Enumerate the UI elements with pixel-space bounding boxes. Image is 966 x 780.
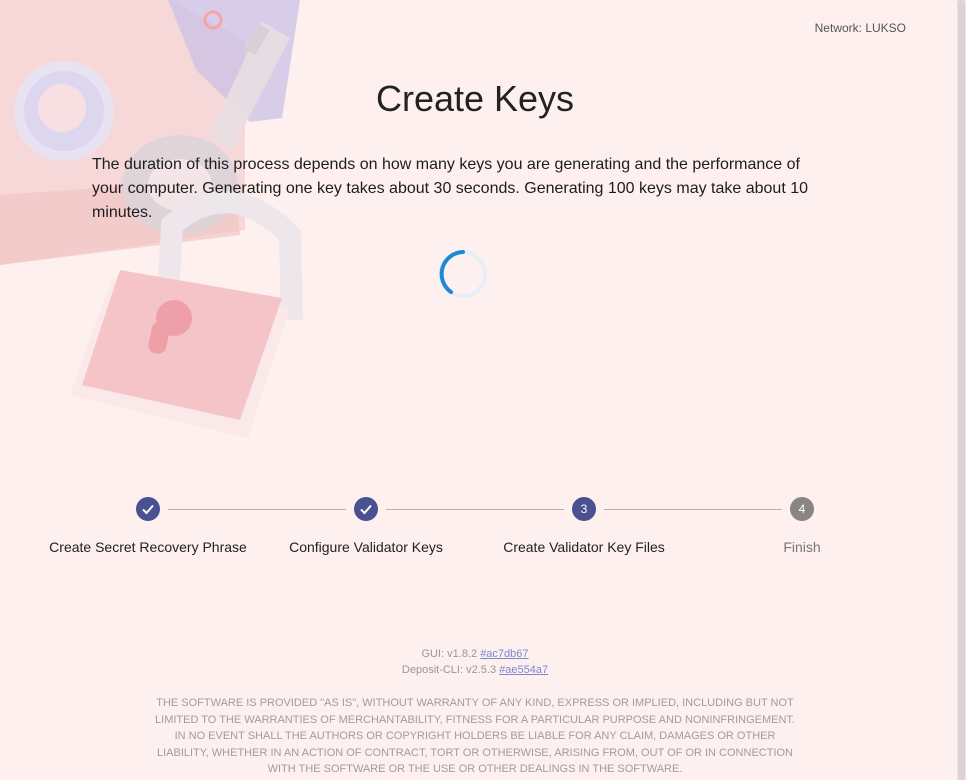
step-connector bbox=[386, 509, 564, 510]
step-2-label: Configure Validator Keys bbox=[289, 539, 443, 555]
page-title: Create Keys bbox=[375, 78, 575, 119]
step-4-label: Finish bbox=[783, 539, 821, 555]
cli-version-line: Deposit-CLI: v2.5.3 #ae554a7 bbox=[0, 662, 950, 678]
scrollbar-thumb[interactable] bbox=[958, 0, 965, 780]
license-disclaimer: THE SOFTWARE IS PROVIDED "AS IS", WITHOU… bbox=[155, 697, 795, 775]
network-indicator: Network: LUKSO bbox=[814, 21, 906, 35]
step-1-check-icon bbox=[136, 497, 160, 521]
cli-version: Deposit-CLI: v2.5.3 bbox=[401, 664, 497, 676]
gui-commit-link[interactable]: #ac7db67 bbox=[480, 648, 528, 660]
step-1-label: Create Secret Recovery Phrase bbox=[49, 539, 247, 555]
step-3-indicator: 3 bbox=[572, 497, 596, 521]
step-connector bbox=[604, 509, 782, 510]
step-2-check-icon bbox=[354, 497, 378, 521]
step-connector bbox=[168, 509, 346, 510]
spinner-icon bbox=[439, 250, 487, 298]
scrollbar[interactable] bbox=[957, 0, 966, 780]
step-3-label: Create Validator Key Files bbox=[503, 539, 665, 555]
cli-commit-link[interactable]: #ae554a7 bbox=[499, 664, 548, 676]
version-info: GUI: v1.8.2 #ac7db67 Deposit-CLI: v2.5.3… bbox=[0, 646, 950, 678]
gui-version-line: GUI: v1.8.2 #ac7db67 bbox=[0, 646, 950, 662]
step-4-indicator: 4 bbox=[790, 497, 814, 521]
progress-stepper: Create Secret Recovery Phrase Configure … bbox=[0, 495, 950, 565]
gui-version: GUI: v1.8.2 bbox=[421, 648, 478, 660]
process-description: The duration of this process depends on … bbox=[92, 156, 808, 221]
lock-and-key-illustration bbox=[0, 0, 303, 438]
